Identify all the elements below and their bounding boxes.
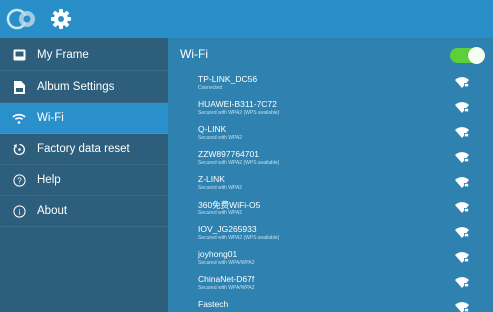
- svg-text:?: ?: [17, 176, 22, 185]
- network-name: ZZW897764701: [198, 149, 259, 159]
- sidebar-item-label: Wi-Fi: [37, 112, 64, 124]
- network-status: Secured with WPA2: [198, 185, 243, 191]
- wifi-panel: Wi-Fi TP-LINK_DC56 Connected HUAWEI-B311…: [168, 38, 493, 312]
- network-name: ChinaNet-D67f: [198, 274, 255, 284]
- network-name: joyhong01: [198, 249, 238, 259]
- settings-sidebar: My Frame Album Settings Wi-Fi Factory da…: [0, 38, 168, 312]
- album-icon: [12, 80, 26, 94]
- frame-icon: [12, 48, 26, 62]
- network-item[interactable]: TP-LINK_DC56 Connected: [168, 71, 493, 96]
- network-status: Secured with WPA2 (WPS available): [198, 235, 280, 241]
- wifi-signal-lock-icon: [455, 202, 469, 213]
- wifi-header: Wi-Fi: [168, 38, 493, 70]
- network-item[interactable]: Fastech: [168, 296, 493, 312]
- sidebar-item-label: My Frame: [37, 49, 89, 61]
- wifi-signal-lock-icon: [455, 252, 469, 263]
- sidebar-item-label: Factory data reset: [37, 143, 130, 155]
- sidebar-item-factory-reset[interactable]: Factory data reset: [0, 134, 168, 165]
- network-list: TP-LINK_DC56 Connected HUAWEI-B311-7C72 …: [168, 71, 493, 312]
- network-name: Z-LINK: [198, 174, 225, 184]
- sidebar-item-about[interactable]: i About: [0, 196, 168, 227]
- network-status: Connected: [198, 85, 223, 91]
- network-status: Secured with WPA2: [198, 210, 243, 216]
- wifi-signal-lock-icon: [455, 227, 469, 238]
- sidebar-item-label: About: [37, 205, 68, 217]
- network-status: Secured with WPA2: [198, 135, 243, 141]
- network-item[interactable]: IOV_JG265933 Secured with WPA2 (WPS avai…: [168, 221, 493, 246]
- network-item[interactable]: ZZW897764701 Secured with WPA2 (WPS avai…: [168, 146, 493, 171]
- network-item[interactable]: Z-LINK Secured with WPA2: [168, 171, 493, 196]
- wifi-signal-lock-icon: [455, 127, 469, 138]
- network-item[interactable]: joyhong01 Secured with WPA/WPA2: [168, 246, 493, 271]
- svg-text:i: i: [18, 207, 21, 216]
- sidebar-item-album-settings[interactable]: Album Settings: [0, 72, 168, 103]
- wifi-signal-lock-icon: [455, 277, 469, 288]
- wifi-signal-lock-icon: [455, 102, 469, 113]
- info-icon: i: [12, 204, 26, 218]
- wifi-signal-lock-icon: [455, 302, 469, 312]
- wifi-signal-lock-icon: [455, 177, 469, 188]
- sidebar-item-my-frame[interactable]: My Frame: [0, 40, 168, 71]
- network-item[interactable]: Q-LINK Secured with WPA2: [168, 121, 493, 146]
- sidebar-item-wifi[interactable]: Wi-Fi: [0, 103, 168, 134]
- sidebar-item-label: Help: [37, 174, 61, 186]
- top-bar: [0, 0, 493, 38]
- network-name: TP-LINK_DC56: [198, 74, 258, 84]
- sidebar-item-help[interactable]: ? Help: [0, 165, 168, 196]
- help-icon: ?: [12, 173, 26, 187]
- toggle-knob: [468, 47, 485, 64]
- network-item[interactable]: ChinaNet-D67f Secured with WPA/WPA2: [168, 271, 493, 296]
- network-name: Fastech: [198, 299, 229, 309]
- wifi-toggle[interactable]: [450, 47, 485, 64]
- network-status: Secured with WPA2 (WPS available): [198, 110, 280, 116]
- settings-gear-icon[interactable]: [50, 8, 72, 30]
- network-status: Secured with WPA/WPA2: [198, 285, 255, 291]
- network-name: Q-LINK: [198, 124, 227, 134]
- network-status: Secured with WPA2 (WPS available): [198, 160, 280, 166]
- network-name: IOV_JG265933: [198, 224, 257, 234]
- reset-icon: [12, 142, 26, 156]
- network-item[interactable]: 360免费WiFi-O5 Secured with WPA2: [168, 196, 493, 221]
- wifi-title: Wi-Fi: [180, 47, 208, 61]
- wifi-signal-lock-icon: [455, 152, 469, 163]
- network-name: HUAWEI-B311-7C72: [198, 99, 277, 109]
- network-status: Secured with WPA/WPA2: [198, 260, 255, 266]
- sidebar-item-label: Album Settings: [37, 81, 115, 93]
- wifi-signal-lock-icon: [455, 77, 469, 88]
- app-logo-icon: [6, 8, 35, 30]
- wifi-icon: [12, 111, 26, 125]
- network-item[interactable]: HUAWEI-B311-7C72 Secured with WPA2 (WPS …: [168, 96, 493, 121]
